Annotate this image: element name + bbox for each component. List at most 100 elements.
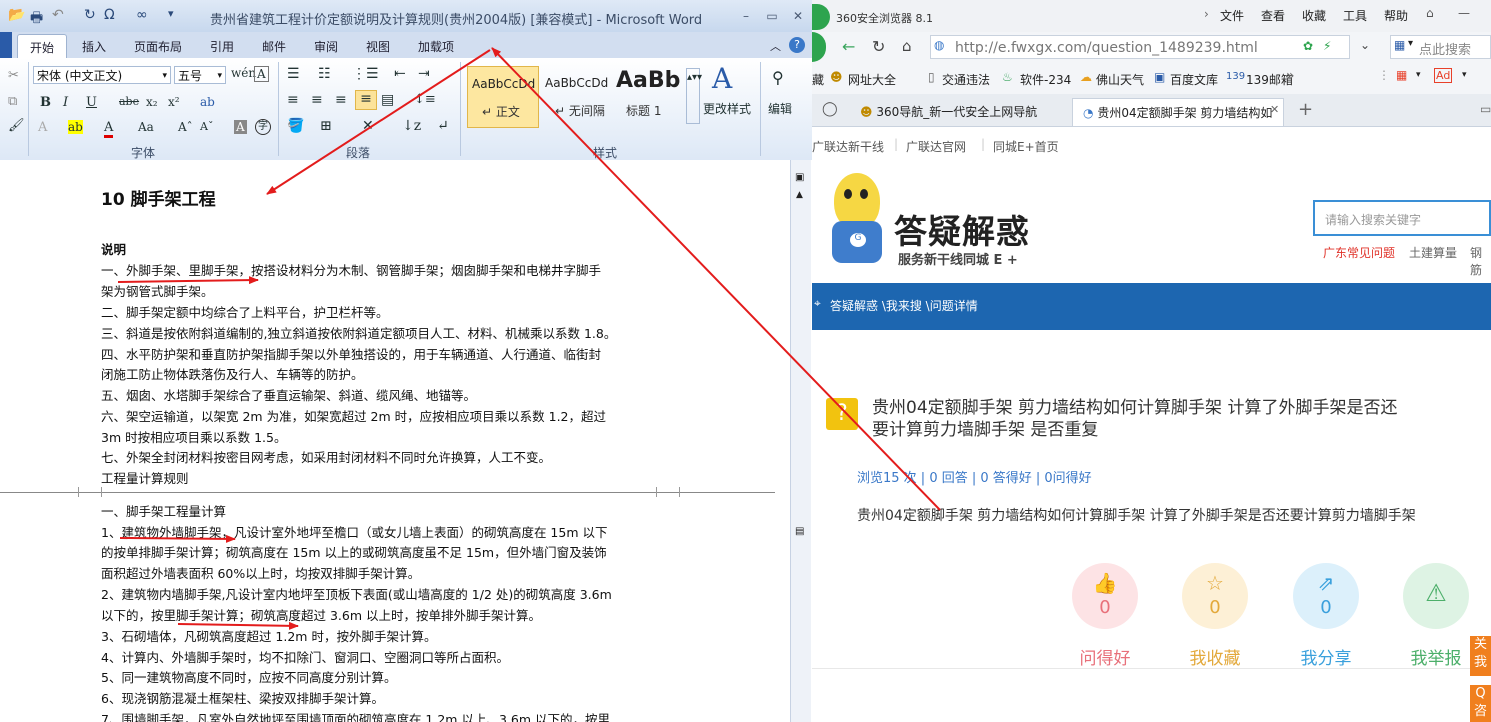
increase-indent-icon[interactable]: ⇥: [418, 66, 430, 82]
minimize-icon[interactable]: —: [1458, 6, 1470, 20]
help-icon[interactable]: ?: [789, 37, 805, 53]
chinese-layout-icon[interactable]: ✕: [362, 118, 374, 134]
ruler-icon[interactable]: ▣: [795, 172, 804, 183]
font-name-combo[interactable]: 宋体 (中文正文) ▾: [33, 66, 171, 84]
chevron-down-icon[interactable]: ▾: [1408, 38, 1413, 49]
customize-icon[interactable]: ∞: [136, 7, 148, 23]
adblock-icon[interactable]: Ad: [1434, 68, 1453, 83]
close-icon[interactable]: ✕: [790, 9, 806, 23]
tab-addins[interactable]: 加载项: [418, 38, 454, 55]
highlight-icon[interactable]: ab: [68, 120, 83, 134]
style-no-spacing[interactable]: AaBbCcDd ↵ 无间隔: [541, 66, 611, 126]
side-consult-tab[interactable]: Q咨: [1470, 685, 1491, 722]
like-button[interactable]: 👍 0: [1072, 563, 1138, 629]
chevron-down-icon[interactable]: ▾: [1416, 70, 1421, 80]
style-normal[interactable]: AaBbCcDd ↵ 正文: [467, 66, 539, 128]
tab-insert[interactable]: 插入: [82, 38, 106, 55]
hot-link[interactable]: 广东常见问题: [1323, 244, 1395, 261]
minimize-icon[interactable]: –: [738, 9, 754, 23]
redo-icon[interactable]: ↻: [84, 7, 96, 23]
justify-icon[interactable]: ≡: [355, 90, 377, 110]
change-styles-icon[interactable]: A: [712, 62, 732, 95]
menu-file[interactable]: 文件: [1220, 7, 1244, 24]
print-icon[interactable]: 🖶: [30, 7, 43, 31]
vertical-scrollbar[interactable]: ▣ ▲ ▤: [790, 160, 811, 722]
skin-icon[interactable]: ⌂: [1426, 6, 1434, 20]
align-center-icon[interactable]: ≡: [311, 92, 323, 108]
style-heading1[interactable]: AaBb 标题 1: [612, 66, 682, 126]
breadcrumb[interactable]: 答疑解惑 \我来搜 \问题详情: [830, 297, 978, 314]
report-button[interactable]: ⚠: [1403, 563, 1469, 629]
bullets-icon[interactable]: ☰: [287, 66, 300, 82]
bookmark-item[interactable]: 软件-234: [1020, 71, 1071, 88]
clear-format-icon[interactable]: A: [254, 66, 269, 82]
restore-tab-icon[interactable]: ◯: [822, 101, 838, 117]
text-effect-icon[interactable]: A: [38, 120, 47, 135]
multilevel-list-icon[interactable]: ⋮☰: [352, 66, 379, 82]
bookmark-item[interactable]: 交通违法: [942, 71, 990, 88]
bookmark-item[interactable]: 佛山天气: [1096, 71, 1144, 88]
menu-tools[interactable]: 工具: [1343, 7, 1367, 24]
bold-button[interactable]: B: [40, 95, 51, 110]
hot-link[interactable]: 钢筋: [1470, 244, 1491, 278]
address-bar[interactable]: ◍ http://e.fwxgx.com/question_1489239.ht…: [930, 35, 1350, 59]
undo-icon[interactable]: ↶: [52, 7, 64, 23]
tab-home[interactable]: 开始: [17, 34, 68, 58]
chevron-right-icon[interactable]: ›: [1204, 7, 1209, 21]
qat-dropdown-icon[interactable]: ▾: [168, 7, 174, 20]
cut-icon[interactable]: ✂: [8, 68, 19, 83]
menu-view[interactable]: 查看: [1261, 7, 1285, 24]
share-button[interactable]: ⇗ 0: [1293, 563, 1359, 629]
menu-help[interactable]: 帮助: [1384, 7, 1408, 24]
tab-page-layout[interactable]: 页面布局: [134, 38, 182, 55]
apps-icon[interactable]: ▦: [1396, 68, 1407, 82]
home-icon[interactable]: ⌂: [902, 37, 912, 55]
grow-font-button[interactable]: Aˆ: [178, 120, 193, 134]
italic-button[interactable]: I: [63, 95, 68, 110]
speed-icon[interactable]: ⚡: [1323, 39, 1331, 53]
new-tab-icon[interactable]: +: [1298, 99, 1313, 120]
side-follow-tab[interactable]: 关我: [1470, 636, 1491, 676]
shading-icon[interactable]: 🪣: [287, 118, 304, 134]
ribbon-collapse-icon[interactable]: ︿: [770, 38, 781, 54]
align-right-icon[interactable]: ≡: [335, 92, 347, 108]
like-label[interactable]: 问得好: [1060, 644, 1150, 669]
tab-review[interactable]: 审阅: [314, 38, 338, 55]
bookmark-item[interactable]: 藏: [812, 71, 824, 88]
tab-references[interactable]: 引用: [210, 38, 234, 55]
url-text[interactable]: http://e.fwxgx.com/question_1489239.html: [955, 40, 1258, 56]
styles-scroll-icon[interactable]: ▴▾▾: [686, 68, 702, 124]
phonetic-icon[interactable]: ab: [200, 95, 215, 109]
maximize-icon[interactable]: ▭: [764, 9, 780, 23]
font-color-icon[interactable]: A: [104, 120, 114, 138]
bookmark-item[interactable]: 网址大全: [848, 71, 896, 88]
symbol-icon[interactable]: Ω: [104, 7, 115, 23]
enclose-char-icon[interactable]: 字: [255, 119, 271, 135]
share-label[interactable]: 我分享: [1281, 644, 1371, 669]
open-folder-icon[interactable]: 📂: [8, 7, 25, 23]
binoculars-icon[interactable]: ⚲: [772, 68, 784, 87]
copy-icon[interactable]: ⧉: [8, 94, 17, 109]
favorite-button[interactable]: ☆ 0: [1182, 563, 1248, 629]
strikethrough-button[interactable]: abe: [119, 95, 139, 108]
refresh-icon[interactable]: ↻: [872, 37, 885, 56]
tab-list-icon[interactable]: ▭: [1480, 102, 1491, 116]
security-icon[interactable]: ✿: [1303, 39, 1313, 53]
tab-mailings[interactable]: 邮件: [262, 38, 286, 55]
top-link[interactable]: 同城E+首页: [993, 138, 1059, 155]
site-search-input[interactable]: 请输入搜索关键字: [1313, 200, 1491, 236]
more-bookmarks-icon[interactable]: »: [1286, 68, 1295, 84]
top-link[interactable]: 广联达官网: [906, 138, 966, 155]
sort-icon[interactable]: ↓z: [402, 118, 421, 134]
tab-360-nav[interactable]: ☻ 360导航_新一代安全上网导航: [852, 98, 1070, 126]
back-icon[interactable]: ←: [842, 37, 855, 56]
favorite-label[interactable]: 我收藏: [1170, 644, 1260, 669]
url-dropdown-icon[interactable]: ⌄: [1360, 38, 1370, 52]
search-box[interactable]: ▦ ▾ 点此搜索: [1390, 35, 1491, 59]
align-left-icon[interactable]: ≡: [287, 92, 299, 108]
office-button[interactable]: [0, 32, 12, 58]
format-painter-icon[interactable]: 🖌: [8, 118, 25, 133]
change-case-icon[interactable]: Aa: [138, 120, 154, 134]
grow-font-icon[interactable]: wén: [231, 66, 256, 80]
top-link[interactable]: 广联达新干线: [812, 138, 884, 155]
